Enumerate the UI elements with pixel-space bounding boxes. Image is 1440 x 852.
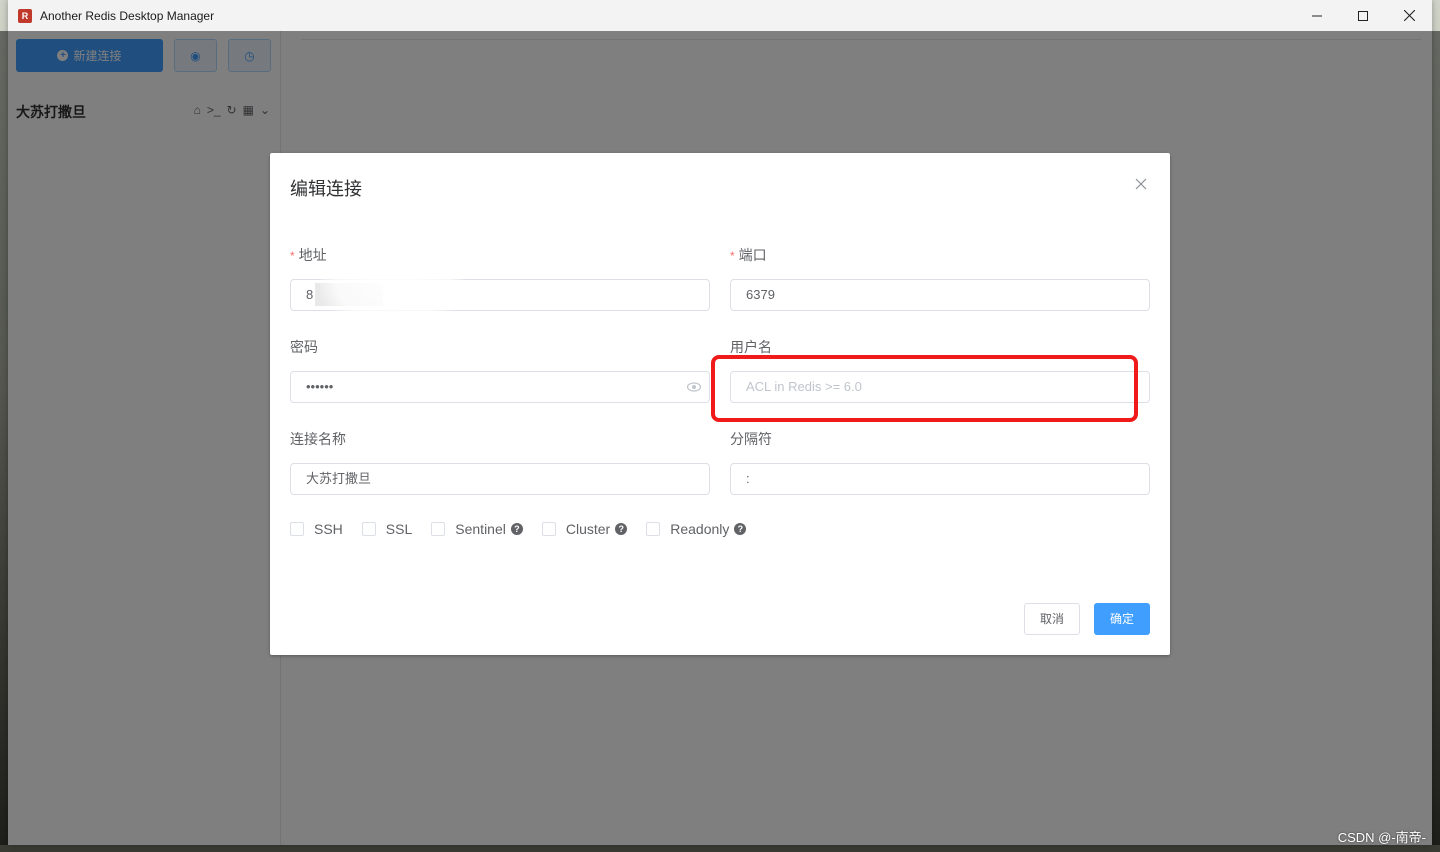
port-input[interactable]: 6379 — [730, 279, 1150, 311]
watermark: CSDN @-南帝- — [1337, 830, 1426, 845]
confirm-button[interactable]: 确定 — [1094, 603, 1150, 635]
checkbox-box[interactable] — [361, 522, 376, 536]
checkbox-box[interactable] — [646, 522, 661, 536]
redis-app-icon: R — [18, 8, 32, 23]
separator-label: 分隔符 — [730, 431, 772, 447]
separator-input[interactable]: : — [730, 463, 1150, 495]
ssh-checkbox[interactable]: SSH — [290, 521, 343, 537]
dialog-title: 编辑连接 — [290, 179, 362, 199]
checkbox-box[interactable] — [431, 522, 446, 536]
question-circle-icon[interactable]: ? — [615, 523, 628, 535]
question-circle-icon[interactable]: ? — [510, 523, 523, 535]
password-label: 密码 — [290, 339, 318, 355]
connection-name-input[interactable]: 大苏打撒旦 — [290, 463, 710, 495]
maximize-button[interactable] — [1340, 0, 1386, 31]
checkbox-box[interactable] — [290, 522, 304, 536]
question-circle-icon[interactable]: ? — [734, 523, 747, 535]
options-row: SSH SSL Sentinel ? Cluster ? Readonly ? — [290, 521, 765, 537]
cancel-button[interactable]: 取消 — [1024, 603, 1080, 635]
port-label: * 端口 — [730, 247, 767, 263]
password-value: •••••• — [306, 379, 334, 394]
title-bar: R Another Redis Desktop Manager — [8, 0, 1432, 31]
redaction-blur — [320, 240, 465, 330]
minimize-button[interactable] — [1294, 0, 1340, 31]
window-title: Another Redis Desktop Manager — [40, 8, 215, 23]
password-input[interactable]: •••••• — [290, 371, 710, 403]
minimize-icon — [1312, 15, 1322, 16]
connection-name-label: 连接名称 — [290, 431, 346, 447]
readonly-checkbox[interactable]: Readonly ? — [646, 521, 747, 537]
cluster-checkbox[interactable]: Cluster ? — [541, 521, 628, 537]
username-label: 用户名 — [730, 339, 772, 355]
username-input[interactable]: ACL in Redis >= 6.0 — [730, 371, 1150, 403]
checkbox-box[interactable] — [541, 522, 556, 536]
close-dialog-icon[interactable] — [1134, 177, 1148, 191]
sentinel-checkbox[interactable]: Sentinel ? — [431, 521, 523, 537]
eye-icon[interactable] — [687, 382, 701, 392]
maximize-icon — [1358, 10, 1368, 21]
ssl-checkbox[interactable]: SSL — [361, 521, 412, 537]
window-controls — [1294, 0, 1432, 31]
close-window-button[interactable] — [1386, 0, 1432, 31]
required-asterisk: * — [290, 249, 295, 263]
close-icon — [1403, 10, 1415, 21]
required-asterisk: * — [730, 249, 735, 263]
edit-connection-dialog: 编辑连接 * 地址 8 * 端口 6379 密码 •••••• 用户名 ACL in… — [270, 153, 1170, 655]
